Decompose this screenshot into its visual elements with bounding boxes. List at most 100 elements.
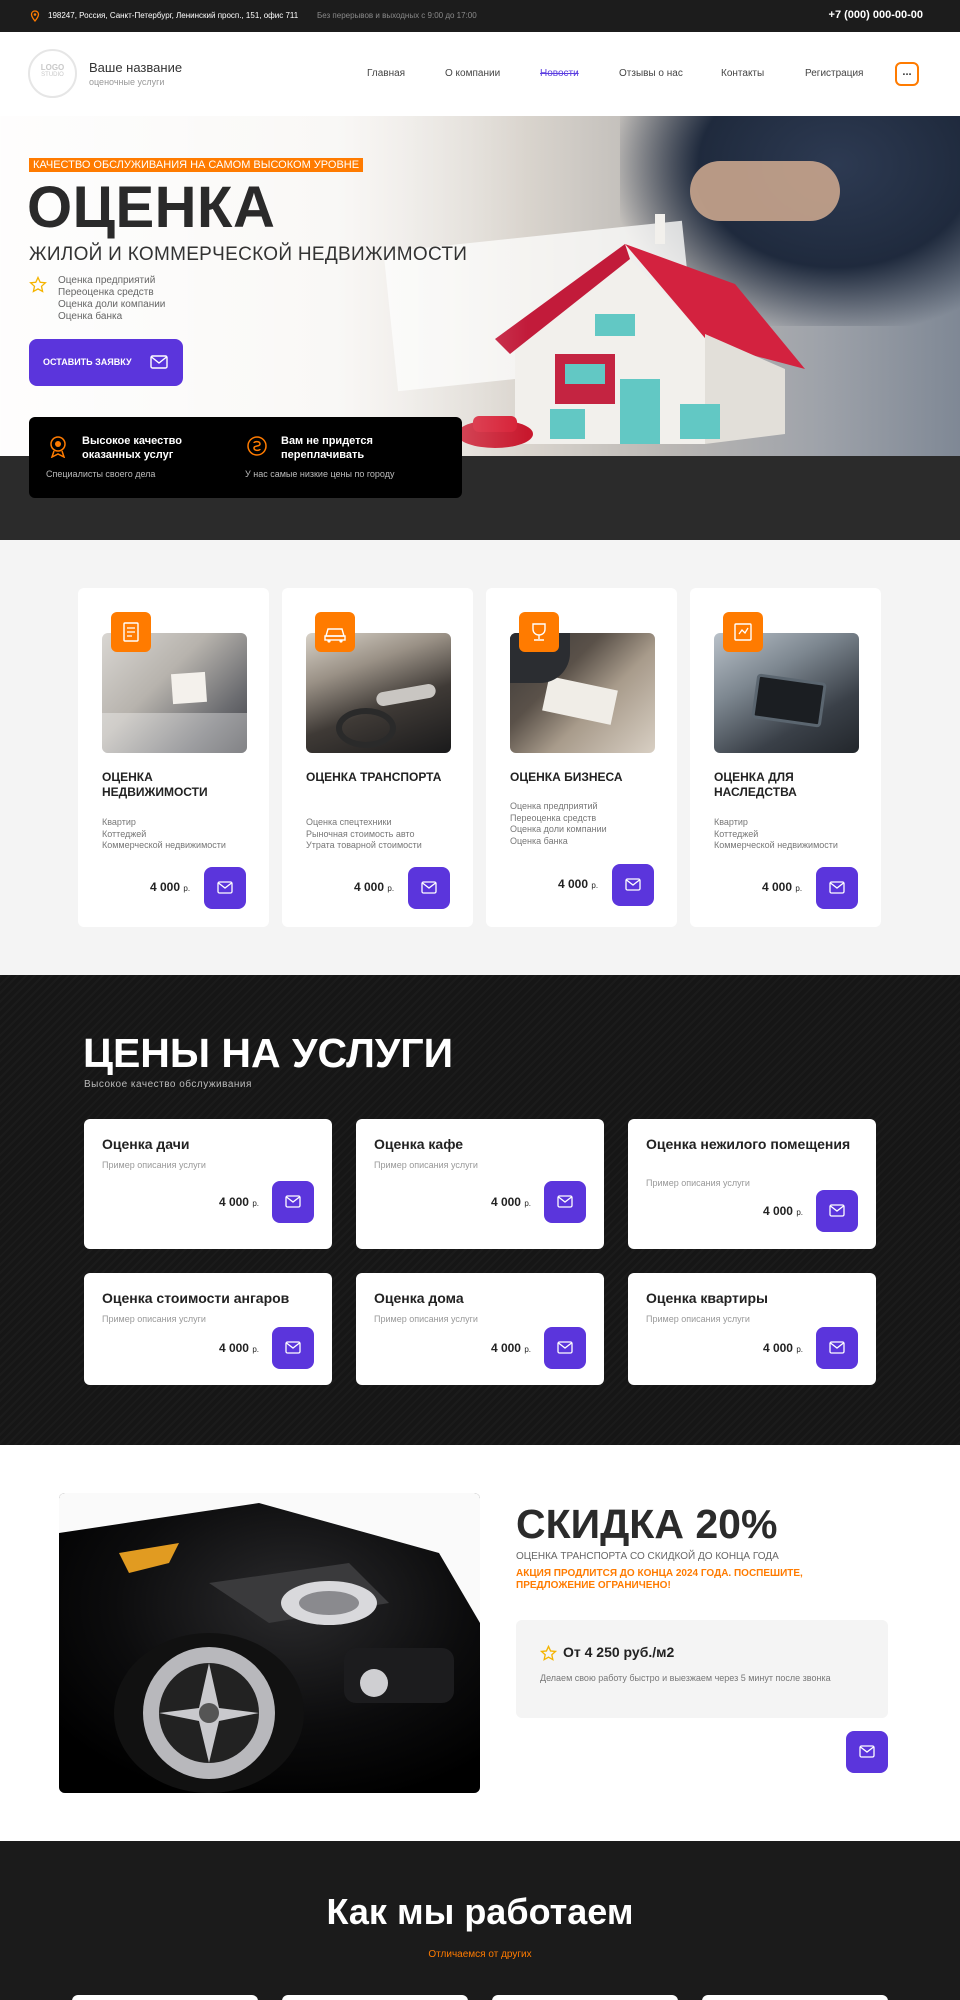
- price-card-desc: Пример описания услуги: [374, 1314, 478, 1324]
- price-card-price: 4 000 р.: [219, 1341, 259, 1355]
- price-value: 4 000: [490, 1341, 521, 1355]
- service-card[interactable]: Оценка транспорта Оценка спецтехники Рын…: [282, 588, 473, 927]
- nav-item-news[interactable]: Новости: [540, 68, 579, 79]
- price-currency: р.: [524, 1345, 531, 1354]
- prices-subtitle: Высокое качество обслуживания: [84, 1079, 252, 1090]
- nav-item-register[interactable]: Регистрация: [805, 68, 863, 79]
- service-item: Оценка доли компании: [510, 824, 607, 834]
- service-item: Квартир: [714, 817, 748, 827]
- service-request-button[interactable]: [816, 867, 858, 909]
- price-currency: р.: [524, 1199, 531, 1208]
- mail-icon: [557, 1341, 573, 1354]
- discount-section: СКИДКА 20% Оценка транспорта со скидкой …: [0, 1445, 960, 1841]
- mail-icon: [859, 1745, 875, 1758]
- star-icon: [540, 1645, 557, 1661]
- nav-item-about[interactable]: О компании: [445, 68, 500, 79]
- service-title: Оценка для наследства: [714, 770, 797, 799]
- price-card-price: 4 000 р.: [491, 1195, 531, 1209]
- car-photo: [59, 1493, 480, 1793]
- mail-icon: [625, 878, 641, 891]
- price-card-name: Оценка дачи: [102, 1136, 190, 1152]
- discount-request-button[interactable]: [846, 1731, 888, 1773]
- service-card[interactable]: Оценка бизнеса Оценка предприятий Переоц…: [486, 588, 677, 927]
- brand-subtitle: оценочные услуги: [89, 77, 165, 87]
- price-card-request-button[interactable]: [272, 1181, 314, 1223]
- price-card-desc: Пример описания услуги: [646, 1178, 750, 1188]
- price-card[interactable]: Оценка дома Пример описания услуги 4 000…: [356, 1273, 604, 1385]
- service-item: Коммерческой недвижимости: [102, 840, 226, 850]
- logo-sub: STUDIO: [41, 72, 64, 79]
- how-subtitle: Отличаемся от других: [428, 1949, 532, 1960]
- price-card-request-button[interactable]: [816, 1327, 858, 1369]
- price-card-request-button[interactable]: [272, 1327, 314, 1369]
- price-card-name: Оценка стоимости ангаров: [102, 1290, 290, 1306]
- hero-banner: Качество обслуживания на самом высоком у…: [0, 116, 960, 456]
- price-value: 4 000: [762, 1341, 793, 1355]
- price-card[interactable]: Оценка стоимости ангаров Пример описания…: [84, 1273, 332, 1385]
- price-currency: р.: [796, 1208, 803, 1217]
- document-icon: [111, 612, 151, 652]
- hero-tagline: Качество обслуживания на самом высоком у…: [29, 158, 364, 172]
- nav-item-home[interactable]: Главная: [367, 68, 405, 79]
- price-card[interactable]: Оценка кафе Пример описания услуги 4 000…: [356, 1119, 604, 1249]
- price-card[interactable]: Оценка дачи Пример описания услуги 4 000…: [84, 1119, 332, 1249]
- service-title: Оценка бизнеса: [510, 770, 623, 784]
- price-card-price: 4 000 р.: [763, 1204, 803, 1218]
- price-card-name: Оценка кафе: [374, 1136, 464, 1152]
- price-currency: р.: [387, 884, 395, 893]
- mail-icon: [829, 1204, 845, 1217]
- price-card-name: Оценка квартиры: [646, 1290, 768, 1306]
- prices-title: ЦЕНЫ НА УСЛУГИ: [83, 1030, 454, 1076]
- star-icon: [29, 276, 47, 293]
- price-value: 4 000: [354, 880, 385, 894]
- working-hours: Без перерывов и выходных с 9:00 до 17:00: [317, 11, 477, 20]
- service-item: Коммерческой недвижимости: [714, 840, 838, 850]
- service-request-button[interactable]: [408, 867, 450, 909]
- discount-title: СКИДКА 20%: [516, 1501, 778, 1547]
- mail-icon: [421, 881, 437, 894]
- phone-link[interactable]: +7 (000) 000-00-00: [829, 9, 923, 21]
- savings-icon: [247, 436, 267, 456]
- price-value: 4 000: [558, 877, 589, 891]
- service-item: Квартир: [102, 817, 136, 827]
- price-card-request-button[interactable]: [544, 1181, 586, 1223]
- nav-item-contacts[interactable]: Контакты: [721, 68, 764, 79]
- service-item: Коттеджей: [102, 828, 147, 839]
- price-value: 4 000: [218, 1341, 249, 1355]
- price-card-name: Оценка нежилого помещения: [646, 1136, 851, 1152]
- service-card[interactable]: Оценка недвижимости Квартир Коттеджей Ко…: [78, 588, 269, 927]
- price-card[interactable]: Оценка нежилого помещения Пример описани…: [628, 1119, 876, 1249]
- services-section: Оценка недвижимости Квартир Коттеджей Ко…: [0, 540, 960, 975]
- car-icon: [315, 612, 355, 652]
- menu-dots-icon[interactable]: ...: [895, 62, 919, 86]
- logo[interactable]: LOGO STUDIO: [28, 49, 77, 98]
- service-items: Квартир Коттеджей Коммерческой недвижимо…: [714, 817, 838, 852]
- quality-icon: [50, 436, 66, 458]
- price-currency: р.: [591, 881, 599, 890]
- nav-item-reviews[interactable]: Отзывы о нас: [619, 68, 683, 79]
- brand-name: Ваше название: [89, 60, 183, 75]
- service-price: 4 000 р.: [150, 880, 190, 894]
- submit-request-button[interactable]: ОСТАВИТЬ ЗАЯВКУ: [29, 339, 183, 386]
- feature-text: У нас самые низкие цены по городу: [245, 469, 395, 479]
- price-card-request-button[interactable]: [816, 1190, 858, 1232]
- mail-icon: [285, 1341, 301, 1354]
- service-items: Оценка предприятий Переоценка средств Оц…: [510, 801, 607, 847]
- price-card[interactable]: Оценка квартиры Пример описания услуги 4…: [628, 1273, 876, 1385]
- service-card[interactable]: Оценка для наследства Квартир Коттеджей …: [690, 588, 881, 927]
- service-title: Оценка недвижимости: [102, 770, 208, 799]
- location-pin-icon: [30, 10, 40, 22]
- service-item: Оценка банка: [510, 835, 568, 846]
- feature-text: Специалисты своего дела: [46, 469, 156, 479]
- service-request-button[interactable]: [612, 864, 654, 906]
- price-card-request-button[interactable]: [544, 1327, 586, 1369]
- step-card: [702, 1995, 888, 2000]
- hero-list-item: Переоценка средств: [58, 287, 154, 298]
- offer-box: От 4 250 руб./м2 Делаем свою работу быст…: [516, 1620, 888, 1718]
- service-request-button[interactable]: [204, 867, 246, 909]
- hero-list-item: Оценка банка: [58, 311, 123, 322]
- price-value: 4 000: [762, 1204, 793, 1218]
- offer-text: Делаем свою работу быстро и выезжаем чер…: [540, 1673, 831, 1683]
- hero-title: ОЦЕНКА: [27, 175, 276, 240]
- price-currency: р.: [183, 884, 191, 893]
